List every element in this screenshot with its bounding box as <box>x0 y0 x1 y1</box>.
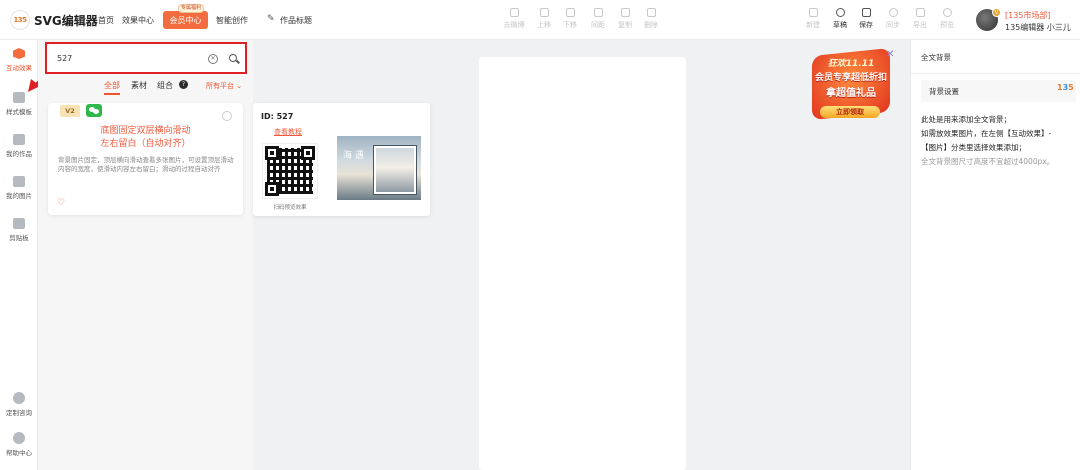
tool-spacing[interactable]: 间距 <box>585 8 611 30</box>
trash-icon <box>646 8 656 17</box>
tool-preview[interactable]: 预览 <box>934 8 960 30</box>
tool-delete[interactable]: 删除 <box>638 8 664 30</box>
help-note: 全文背景图尺寸高度不宜超过4000px。 <box>921 157 1055 166</box>
tool-move-down[interactable]: 下移 <box>557 8 583 30</box>
mini-logo: 135 <box>1057 83 1074 92</box>
card-title: 底图固定双层横向滑动 左右留白（自动对齐） <box>100 126 191 149</box>
promo-headline: 狂欢11.11 <box>827 59 875 69</box>
tool-draft[interactable]: 草稿 <box>827 8 853 30</box>
right-panel: 全文背景 背景设置 135 此处是用来添加全文背景； 如需放效果图片，在左侧【互… <box>910 40 1080 470</box>
promo-banner[interactable]: 狂欢11.11 会员专享超低折扣 拿超值礼品 立即领取 <box>806 47 897 128</box>
qr-code <box>262 143 318 199</box>
help-text-2: 如需放效果图片，在左侧【互动效果】- <box>921 129 1052 138</box>
tool-new[interactable]: 新建 <box>800 8 826 30</box>
vip-center-button[interactable]: 会员中心 <box>163 11 208 29</box>
user-market-label[interactable]: [135市场部] <box>1005 10 1051 21</box>
close-icon[interactable]: ✕ <box>886 49 894 60</box>
rail-item-clipboard[interactable]: 剪贴板 <box>0 218 38 242</box>
nav-smart-create[interactable]: 智能创作 <box>216 15 248 26</box>
help-text-3: 【图片】分类里选择效果添加； <box>921 143 1026 152</box>
save-icon <box>861 8 871 17</box>
cube-icon <box>13 48 25 59</box>
square-icon <box>509 8 519 17</box>
help-text-1: 此处是用来添加全文背景； <box>921 115 1011 124</box>
filter-material[interactable]: 素材 <box>131 80 147 91</box>
background-setting[interactable]: 背景设置 135 <box>921 80 1076 102</box>
promo-gift: 拿超值礼品 <box>826 88 876 99</box>
export-icon <box>915 8 925 17</box>
thumbnail-photo <box>374 146 416 194</box>
preview-id: ID: 527 <box>261 112 294 121</box>
top-header: 135 SVG编辑器 首页 效果中心 会员中心 专属福利 智能创作 ✎ 作品标题… <box>0 0 1080 40</box>
copy-icon <box>620 8 630 17</box>
cloud-upload-icon <box>13 176 25 187</box>
rail-item-my-works[interactable]: 我的作品 <box>0 134 38 158</box>
rail-item-help-center[interactable]: 帮助中心 <box>0 432 38 457</box>
tutorial-link[interactable]: 查看教程 <box>274 127 302 137</box>
platform-dropdown[interactable]: 所有平台 ⌄ <box>206 81 242 91</box>
user-name[interactable]: 135编辑器 小三儿 <box>1005 22 1071 33</box>
qr-caption: 扫码预览效果 <box>273 205 307 211</box>
thumbnail-text: 海 遇 <box>343 151 364 161</box>
preview-thumbnail: 海 遇 <box>337 136 421 200</box>
nav-home[interactable]: 首页 <box>98 15 114 26</box>
divider <box>911 73 1080 74</box>
vip-tag-badge: 专属福利 <box>178 4 205 13</box>
app-logo[interactable]: 135 <box>10 10 30 30</box>
tool-copy[interactable]: 复制 <box>612 8 638 30</box>
tool-export[interactable]: 导出 <box>907 8 933 30</box>
arrow-down-icon <box>565 8 575 17</box>
rail-item-interactive-effects[interactable]: 互动效果 <box>0 48 38 72</box>
folder-icon <box>13 134 25 145</box>
nav-effect-center[interactable]: 效果中心 <box>122 15 154 26</box>
new-file-icon <box>808 8 818 17</box>
filter-combo[interactable]: 组合 <box>157 80 173 91</box>
help-icon <box>13 432 25 444</box>
sync-icon <box>888 8 898 17</box>
filter-all[interactable]: 全部 <box>104 80 120 95</box>
pen-icon[interactable]: ✎ <box>267 14 275 24</box>
vip-crown-icon: V <box>992 8 1001 17</box>
tool-move-up[interactable]: 上移 <box>531 8 557 30</box>
help-icon[interactable]: ? <box>179 80 188 89</box>
work-title[interactable]: 作品标题 <box>280 15 312 26</box>
tool-sync[interactable]: 同步 <box>880 8 906 30</box>
search-icon[interactable] <box>229 54 237 62</box>
clipboard-icon <box>13 218 25 229</box>
rail-item-my-images[interactable]: 我的图片 <box>0 176 38 200</box>
cloud-icon <box>835 8 845 17</box>
search-box: ✕ <box>45 42 247 74</box>
spacing-icon <box>593 8 603 17</box>
result-card[interactable]: V2 底图固定双层横向滑动 左右留白（自动对齐） 背景图片固定，顶层横向滑动查看… <box>48 103 243 215</box>
preview-popover: ID: 527 查看教程 扫码预览效果 海 遇 <box>253 103 430 216</box>
headset-icon <box>13 392 25 404</box>
promo-claim-button[interactable]: 立即领取 <box>820 106 880 118</box>
background-setting-label: 背景设置 <box>929 87 959 96</box>
promo-subline: 会员专享超低折扣 <box>814 73 887 83</box>
clear-icon[interactable]: ✕ <box>208 54 218 64</box>
card-description: 背景图片固定，顶层横向滑动查看多张图片，可设置顶层滑动内容的宽度，使滑动内容左右… <box>58 156 234 173</box>
rail-item-style-templates[interactable]: 样式模板 <box>0 92 38 116</box>
panel-title: 全文背景 <box>921 53 951 62</box>
app-title: SVG编辑器 <box>34 14 98 28</box>
arrow-up-icon <box>539 8 549 17</box>
heart-icon[interactable]: ♡ <box>57 198 65 208</box>
eye-icon <box>942 8 952 17</box>
info-icon[interactable] <box>222 111 232 121</box>
editor-canvas[interactable] <box>479 57 686 470</box>
left-rail: 互动效果 样式模板 我的作品 我的图片 剪贴板 定制咨询 帮助中心 <box>0 40 38 470</box>
tool-save[interactable]: 保存 <box>853 8 879 30</box>
wechat-icon <box>86 104 102 117</box>
version-badge: V2 <box>60 105 80 117</box>
rail-item-custom-consult[interactable]: 定制咨询 <box>0 392 38 417</box>
tool-weibo[interactable]: 去微博 <box>501 8 527 30</box>
template-icon <box>13 92 25 103</box>
